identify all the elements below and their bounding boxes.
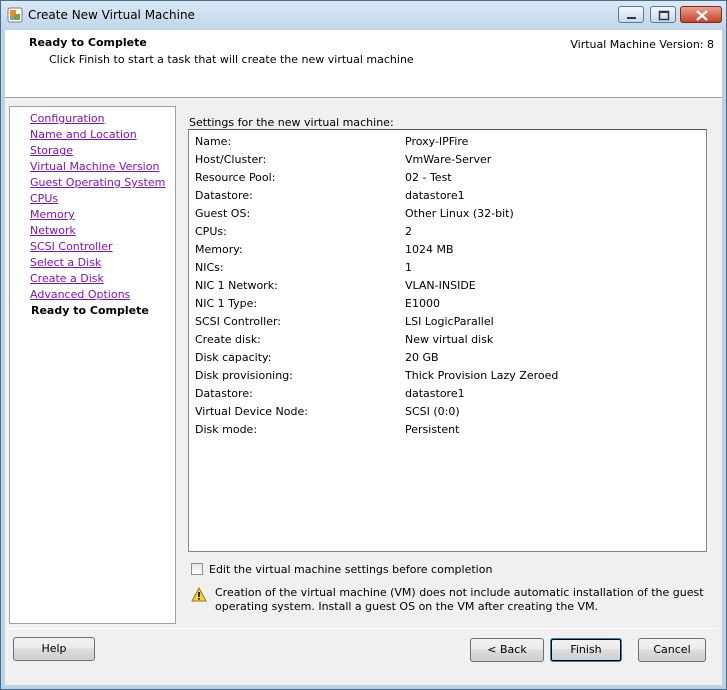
nav-step-configuration[interactable]: Configuration [30,112,105,125]
setting-value: Persistent [405,423,460,436]
setting-value: datastore1 [405,189,465,202]
title-bar[interactable]: Create New Virtual Machine [1,1,726,30]
wizard-header: Ready to Complete Click Finish to start … [5,30,722,98]
setting-value: 1024 MB [405,243,454,256]
setting-value: 02 - Test [405,171,452,184]
page-title: Ready to Complete [29,36,147,49]
setting-value: New virtual disk [405,333,494,346]
guest-os-warning-text: Creation of the virtual machine (VM) doe… [215,586,704,613]
setting-value: VmWare-Server [405,153,492,166]
edit-settings-checkbox-label[interactable]: Edit the virtual machine settings before… [209,563,492,576]
setting-key: Name: [195,135,232,148]
settings-section-label: Settings for the new virtual machine: [189,116,394,129]
close-icon [696,10,708,21]
edit-settings-checkbox[interactable] [191,563,203,575]
nav-step-network[interactable]: Network [30,224,76,237]
wizard-window: Create New Virtual Machine Ready to Comp… [0,0,727,690]
setting-value: VLAN-INSIDE [405,279,476,292]
setting-value: E1000 [405,297,440,310]
setting-value: Proxy-IPFire [405,135,469,148]
nav-step-cpus[interactable]: CPUs [30,192,58,205]
nav-step-memory[interactable]: Memory [30,208,75,221]
wizard-client-area: Ready to Complete Click Finish to start … [5,30,722,685]
setting-key: NIC 1 Network: [195,279,278,292]
wizard-steps-nav: Configuration Name and Location Storage … [9,106,176,624]
nav-step-storage[interactable]: Storage [30,144,73,157]
setting-key: Disk mode: [195,423,258,436]
back-button[interactable]: < Back [470,638,544,662]
setting-key: NIC 1 Type: [195,297,258,310]
footer-separator [9,628,718,629]
setting-key: Datastore: [195,189,253,202]
close-button[interactable] [680,6,722,23]
warning-icon [191,587,207,602]
setting-key: Datastore: [195,387,253,400]
setting-key: CPUs: [195,225,227,238]
window-title: Create New Virtual Machine [28,8,195,22]
setting-key: Disk provisioning: [195,369,293,382]
maximize-icon [658,10,670,21]
maximize-button[interactable] [650,6,676,23]
minimize-button[interactable] [618,6,644,23]
cancel-button[interactable]: Cancel [638,638,706,662]
setting-key: Resource Pool: [195,171,276,184]
setting-value: LSI LogicParallel [405,315,494,328]
setting-value: Other Linux (32-bit) [405,207,514,220]
setting-value: SCSI (0:0) [405,405,460,418]
nav-step-guest-os[interactable]: Guest Operating System [30,176,165,189]
setting-key: Create disk: [195,333,261,346]
setting-key: Guest OS: [195,207,251,220]
setting-key: Disk capacity: [195,351,272,364]
vmware-logo-icon [7,7,23,23]
page-subtitle: Click Finish to start a task that will c… [49,53,414,66]
nav-step-ready-to-complete: Ready to Complete [31,304,149,317]
setting-key: SCSI Controller: [195,315,282,328]
setting-key: NICs: [195,261,224,274]
setting-key: Memory: [195,243,243,256]
vm-version-label: Virtual Machine Version: 8 [570,38,714,51]
setting-key: Virtual Device Node: [195,405,308,418]
setting-value: 20 GB [405,351,439,364]
nav-step-select-disk[interactable]: Select a Disk [30,256,101,269]
setting-key: Host/Cluster: [195,153,267,166]
setting-value: 2 [405,225,412,238]
setting-value: 1 [405,261,412,274]
nav-step-scsi-controller[interactable]: SCSI Controller [30,240,113,253]
setting-value: Thick Provision Lazy Zeroed [405,369,559,382]
nav-step-create-disk[interactable]: Create a Disk [30,272,104,285]
settings-summary-list[interactable]: Name: Proxy-IPFire Host/Cluster: VmWare-… [188,129,707,552]
finish-button[interactable]: Finish [550,638,622,662]
nav-step-advanced-options[interactable]: Advanced Options [30,288,130,301]
nav-step-name-and-location[interactable]: Name and Location [30,128,137,141]
setting-value: datastore1 [405,387,465,400]
nav-step-vm-version[interactable]: Virtual Machine Version [30,160,159,173]
help-button[interactable]: Help [13,637,95,661]
minimize-icon [627,17,636,19]
